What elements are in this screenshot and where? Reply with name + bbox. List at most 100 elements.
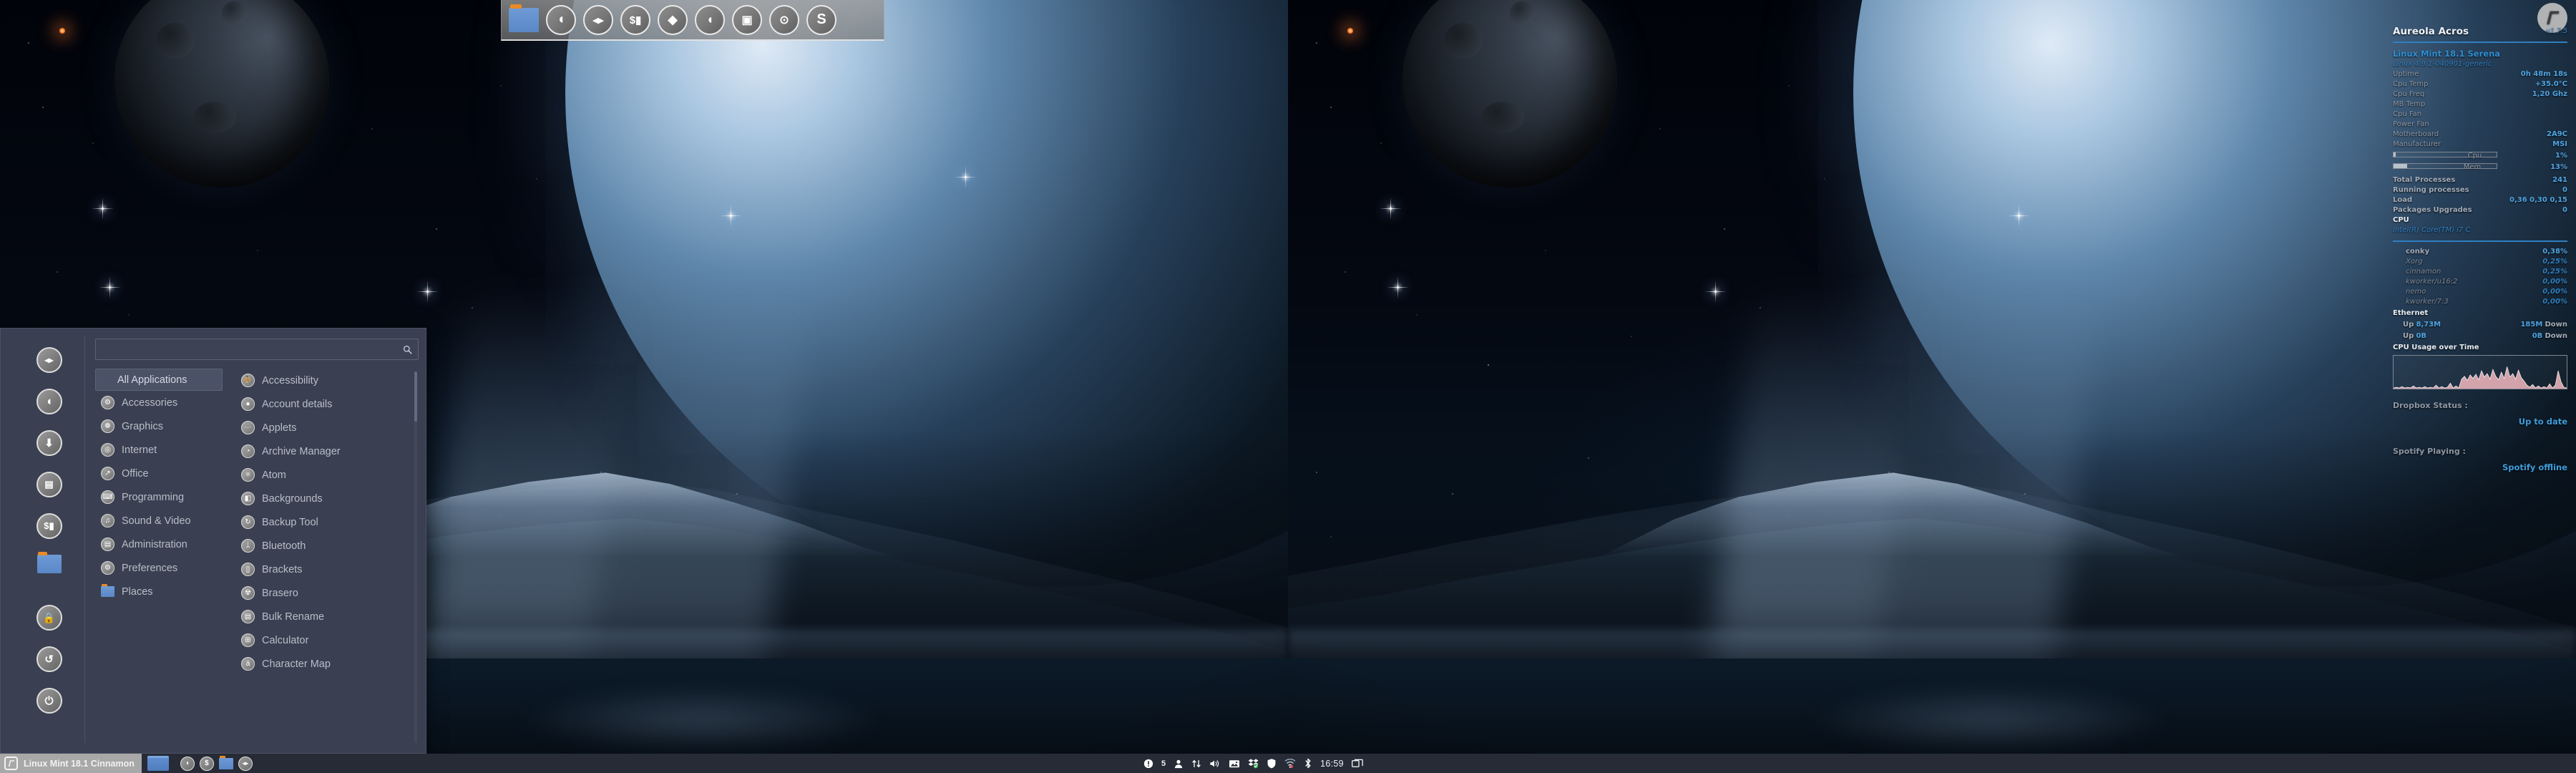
category-internet[interactable]: ◎ Internet <box>95 438 223 462</box>
update-manager-icon[interactable] <box>1143 754 1153 773</box>
places-folder-icon <box>101 584 114 597</box>
clock[interactable]: 16:59 <box>1320 759 1344 769</box>
dock-item-screenshot[interactable]: ⊙ <box>768 4 801 37</box>
bluetooth-icon: ᛦ <box>241 539 255 553</box>
cpu-usage-sparkline <box>2393 366 2567 389</box>
category-office[interactable]: ↗ Office <box>95 462 223 485</box>
stat-value: 0 <box>2562 186 2567 194</box>
volume-icon[interactable] <box>1209 754 1221 773</box>
app-calculator[interactable]: ⊞ Calculator <box>235 628 419 652</box>
dock-item-files-folder[interactable] <box>507 4 540 37</box>
gimp-icon: ◖ <box>695 4 725 35</box>
app-backup-tool[interactable]: ↻ Backup Tool <box>235 510 419 534</box>
dock-item-inkscape[interactable]: ◆ <box>656 4 689 37</box>
cinnamon-application-menu[interactable]: ◂▸ ◖ ⬇ ▤ $▮ 🔒 ↺ ⏻ All Applications ⚙ Acc… <box>0 328 426 754</box>
favorite-files-folder[interactable] <box>36 552 62 573</box>
app-character-map[interactable]: ä Character Map <box>235 652 419 676</box>
programming-icon: ⌨ <box>101 490 114 504</box>
launcher-firefox[interactable]: ◖ <box>180 756 195 771</box>
category-list[interactable]: All Applications ⚙ Accessories ❁ Graphic… <box>95 369 225 746</box>
app-brasero[interactable]: ☢ Brasero <box>235 581 419 605</box>
launcher-files-folder[interactable] <box>218 755 233 769</box>
favorite-software-manager[interactable]: ⬇ <box>36 430 62 456</box>
menu-favorites-sidebar[interactable]: ◂▸ ◖ ⬇ ▤ $▮ 🔒 ↺ ⏻ <box>14 336 85 743</box>
category-preferences[interactable]: ⚙ Preferences <box>95 556 223 580</box>
menu-button[interactable]: 𝛤 Linux Mint 18.1 Cinnamon <box>0 754 142 773</box>
stat-key: Motherboard <box>2393 130 2439 138</box>
stat-value: 0,36 0,30 0,15 <box>2509 196 2567 204</box>
user-account-icon[interactable] <box>1174 754 1184 773</box>
dropbox-icon[interactable] <box>1248 754 1259 773</box>
show-desktop-icon[interactable] <box>1351 754 1363 773</box>
dock-item-multimedia[interactable]: ◂▸ <box>582 4 615 37</box>
app-accessibility[interactable]: ⛹ Accessibility <box>235 369 419 392</box>
app-backgrounds[interactable]: ◧ Backgrounds <box>235 487 419 510</box>
category-administration[interactable]: ▤ Administration <box>95 533 223 556</box>
network-traffic-icon[interactable] <box>1191 754 1201 773</box>
lock-screen-icon[interactable]: 🔒 <box>36 605 62 631</box>
shield-icon[interactable] <box>1267 754 1277 773</box>
window-list[interactable] <box>142 756 169 771</box>
app-bluetooth[interactable]: ᛦ Bluetooth <box>235 534 419 558</box>
category-sound-and-video[interactable]: ♫ Sound & Video <box>95 509 223 533</box>
bluetooth-icon[interactable] <box>1304 754 1312 773</box>
terminal-icon: $▮ <box>620 4 650 35</box>
conky-bar-mem: Mem 13% <box>2393 163 2567 171</box>
search-box[interactable] <box>95 339 419 360</box>
application-dock[interactable]: ◖ ◂▸ $▮ ◆ ◖ ▣ ⊙ S <box>501 0 884 41</box>
wireless-up: Up 0B <box>2403 332 2426 340</box>
logout-icon[interactable]: ↺ <box>36 646 62 672</box>
dock-item-gimp[interactable]: ◖ <box>693 4 726 37</box>
favorite-terminal[interactable]: $▮ <box>36 513 62 539</box>
favorite-firefox[interactable]: ◖ <box>36 389 62 414</box>
conky-wireless-speeds: Up 0B 0B Down <box>2393 332 2567 340</box>
archive-manager-icon: ◔ <box>241 444 255 458</box>
stat-value: 241 <box>2552 176 2567 184</box>
app-bulk-rename[interactable]: ▤ Bulk Rename <box>235 605 419 628</box>
stat-key: Running processes <box>2393 186 2469 194</box>
category-accessories[interactable]: ⚙ Accessories <box>95 391 223 414</box>
dock-item-firefox[interactable]: ◖ <box>545 4 577 37</box>
brackets-icon: [] <box>241 563 255 576</box>
search-input[interactable] <box>102 344 403 355</box>
bar-value: 13% <box>2550 163 2567 171</box>
application-list-scrollbar-track[interactable] <box>414 371 417 743</box>
category-programming[interactable]: ⌨ Programming <box>95 485 223 509</box>
panel-launchers[interactable]: ◖ $ ◂▸ <box>169 755 253 771</box>
launcher-terminal[interactable]: $ <box>199 756 214 771</box>
conky-dropbox-label-row: Dropbox Status : <box>2393 401 2567 410</box>
dock-item-skype[interactable]: S <box>805 4 838 37</box>
shutdown-icon[interactable]: ⏻ <box>36 688 62 714</box>
app-atom[interactable]: ⚛ Atom <box>235 463 419 487</box>
launcher-multimedia[interactable]: ◂▸ <box>238 756 253 771</box>
cpu-usage-bar <box>2393 152 2497 157</box>
multimedia-icon: ◂▸ <box>583 4 613 35</box>
bright-star <box>416 281 439 303</box>
application-list[interactable]: ⛹ Accessibility ● Account details ⋯ Appl… <box>225 369 419 746</box>
desktop: ◖ ◂▸ $▮ ◆ ◖ ▣ ⊙ S ◂▸ ◖ ⬇ ▤ $▮ 🔒 ↺ ⏻ All … <box>0 0 2576 773</box>
category-graphics[interactable]: ❁ Graphics <box>95 414 223 438</box>
dock-item-image-viewer[interactable]: ▣ <box>731 4 763 37</box>
category-label: Administration <box>122 538 187 550</box>
category-all-applications[interactable]: All Applications <box>95 369 223 391</box>
screenshot-icon[interactable] <box>1229 754 1240 773</box>
dock-item-terminal[interactable]: $▮ <box>619 4 652 37</box>
dropbox-value: Up to date <box>2518 417 2567 427</box>
calculator-icon: ⊞ <box>241 633 255 647</box>
app-applets[interactable]: ⋯ Applets <box>235 416 419 439</box>
system-tray[interactable]: 5 16:59 <box>1143 754 1363 773</box>
cinnamon-bottom-panel[interactable]: 𝛤 Linux Mint 18.1 Cinnamon ◖ $ ◂▸ 5 16:5… <box>0 754 2576 773</box>
accessibility-icon: ⛹ <box>241 374 255 387</box>
wifi-icon[interactable] <box>1284 754 1296 773</box>
workspace-switcher[interactable]: 5 <box>1161 754 1166 773</box>
app-archive-manager[interactable]: ◔ Archive Manager <box>235 439 419 463</box>
favorite-terminal-window[interactable]: ▤ <box>36 472 62 497</box>
bright-star <box>1380 198 1402 220</box>
window-task-nemo[interactable] <box>147 756 169 771</box>
app-account-details[interactable]: ● Account details <box>235 392 419 416</box>
favorite-multimedia[interactable]: ◂▸ <box>36 347 62 373</box>
category-places[interactable]: Places <box>95 580 223 603</box>
app-brackets[interactable]: [] Brackets <box>235 558 419 581</box>
red-star <box>59 27 66 34</box>
application-list-scrollbar[interactable] <box>414 371 417 422</box>
